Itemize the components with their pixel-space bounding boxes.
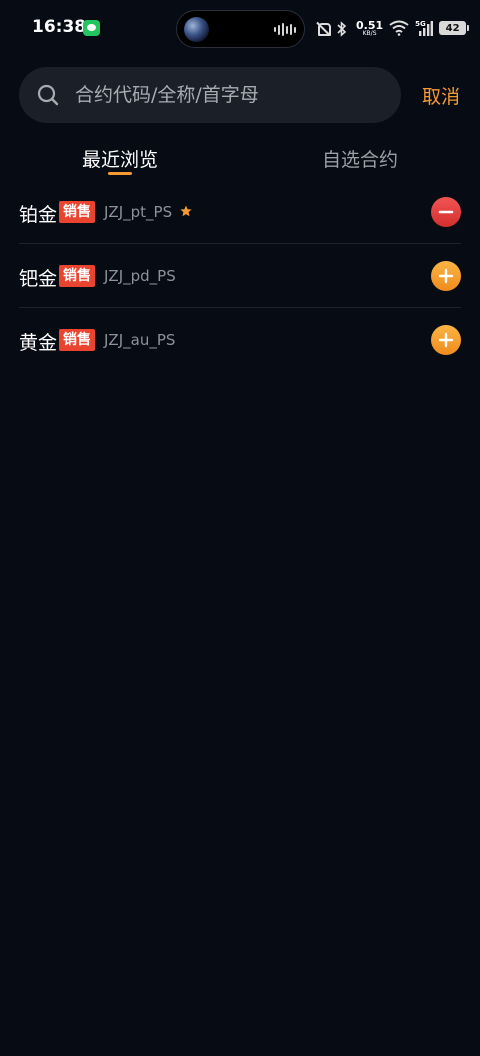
search-bar[interactable] [19,67,401,123]
dynamic-island[interactable] [176,10,305,48]
sale-badge: 销售 [59,265,95,287]
contract-row[interactable]: 钯金 销售 JZJ_pd_PS [19,244,461,308]
add-watchlist-button[interactable] [431,325,461,355]
status-time: 16:38 [32,17,87,37]
contract-row[interactable]: 黄金 销售 JZJ_au_PS [19,308,461,372]
sale-badge: 销售 [59,329,95,351]
audio-wave-icon [274,23,296,36]
search-input[interactable] [75,67,385,123]
remove-watchlist-button[interactable] [431,197,461,227]
cellular-signal-icon: 5G [415,20,434,36]
music-cover-icon [184,17,209,42]
plus-icon [438,332,454,348]
minus-icon [438,210,454,214]
network-speed-unit: KB/S [362,29,377,37]
network-speed-value: 0.51 [356,18,384,32]
contract-name: 铂金 [19,204,58,226]
contract-row[interactable]: 铂金 销售 JZJ_pt_PS [19,180,461,244]
tab-watchlist[interactable]: 自选合约 [300,136,420,180]
screen: 16:38 0.51 KB/S 5G 42 合约代码/全称/首字母 取消 最近浏… [0,0,480,1056]
search-icon [37,84,59,106]
mute-icon [316,21,331,36]
wechat-notification-icon [83,20,100,36]
contract-code: JZJ_au_PS [104,331,176,349]
contract-code: JZJ_pd_PS [104,267,176,285]
network-speed: 0.51 KB/S [356,20,383,37]
star-icon [180,205,192,217]
status-icons: 0.51 KB/S 5G 42 [316,16,470,40]
contract-name: 黄金 [19,332,58,354]
contract-list: 铂金 销售 JZJ_pt_PS 钯金 销售 JZJ_pd_PS 黄金 销售 JZ… [0,180,480,372]
signal-label: 5G [415,20,426,28]
status-bar: 16:38 0.51 KB/S 5G 42 [0,0,480,56]
contract-code: JZJ_pt_PS [104,203,173,221]
active-tab-indicator [108,172,132,175]
bluetooth-icon [336,21,350,37]
battery-icon: 42 [439,21,470,35]
add-watchlist-button[interactable] [431,261,461,291]
wifi-icon [389,20,409,36]
contract-name: 钯金 [19,268,58,290]
cancel-button[interactable]: 取消 [416,78,466,112]
plus-icon [438,268,454,284]
sale-badge: 销售 [59,201,95,223]
